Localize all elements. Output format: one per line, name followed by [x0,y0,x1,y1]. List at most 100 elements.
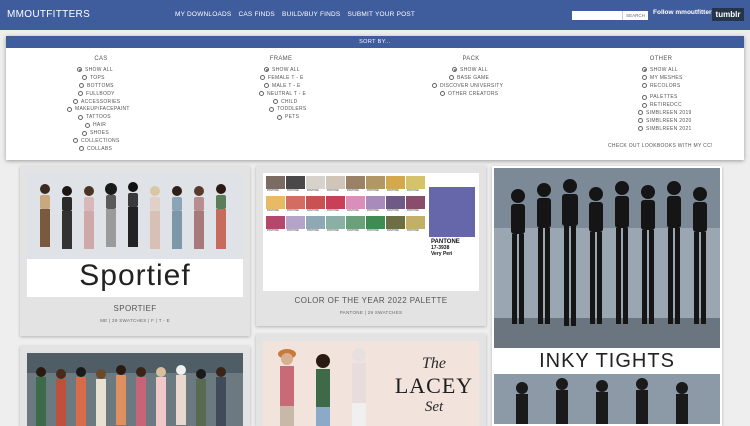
filter-option[interactable]: RECOLORS [642,82,736,90]
nav-cas-finds[interactable]: CAS FINDS [238,11,274,18]
post-image[interactable]: Sportief [27,173,243,297]
swatch-color [386,176,405,189]
post-card-bottom-left[interactable] [20,346,250,426]
swatch-label: PANTONE [307,188,319,192]
palette-swatch: PANTONE [366,196,385,215]
palette-swatch: PANTONE [286,196,305,215]
radio-icon [260,75,265,81]
post-image[interactable] [27,353,243,426]
filter-option[interactable]: PALETTES [642,93,736,101]
sims-group-image [494,168,720,424]
post-card-palette[interactable]: PANTONE PANTONE PANTONE PANTONE PANTONE PANTO… [256,166,486,326]
post-card-sportief[interactable]: Sportief SPORTIEF ME | 29 SWATCHES | F |… [20,166,250,336]
follow-link[interactable]: Follow mmoutfitters [653,9,715,16]
nav-build-buy-finds[interactable]: BUILD/BUY FINDS [282,11,341,18]
radio-icon [269,106,274,112]
radio-icon [79,83,84,89]
filter-option[interactable]: SHOW ALL [452,66,546,74]
post-card-lacey-set[interactable]: The LACEY Set [256,334,486,426]
column-title: PACK [462,56,480,62]
filter-option[interactable]: TODDLERS [269,105,356,113]
filter-option[interactable]: BASE GAME [449,74,546,82]
sort-header[interactable]: SORT BY... [6,36,744,48]
swatch-label: PANTONE [407,228,419,232]
radio-icon [264,67,269,73]
radio-icon [642,67,647,73]
post-subtitle: ME | 29 SWATCHES | F | T - E [100,318,170,323]
swatch-label: PANTONE [287,208,299,212]
filter-option[interactable]: SHOW ALL [642,66,736,74]
filter-option[interactable]: FEMALE T - E [260,74,356,82]
site-logo[interactable]: MMOUTFITTERS [7,9,90,20]
post-title[interactable]: SPORTIEF [20,304,250,313]
radio-icon [79,146,84,152]
sims-group-image [27,353,243,426]
swatch-color [286,216,305,229]
swatch-color [346,176,365,189]
filter-option[interactable]: FULLBODY [78,90,176,98]
palette-swatch: PANTONE [366,216,385,235]
filter-option[interactable]: SIMBLREEN 2021 [638,125,736,133]
filter-option[interactable]: SHOES [82,129,176,137]
post-title[interactable]: COLOR OF THE YEAR 2022 PALETTE [256,296,486,305]
filter-option[interactable]: COLLECTIONS [73,137,176,145]
lookbooks-link[interactable]: CHECK OUT LOOKBOOKS WITH MY CC! [608,143,713,149]
palette-swatch: PANTONE [346,196,365,215]
filter-option[interactable]: HAIR [85,121,176,129]
filter-option[interactable]: MALE T - E [264,82,356,90]
swatch-label: PANTONE [327,228,339,232]
filter-option[interactable]: PETS [277,113,356,121]
palette-swatch: PANTONE [266,216,285,235]
swatch-label: PANTONE [327,208,339,212]
swatch-label: PANTONE [267,208,279,212]
radio-icon [642,94,647,100]
radio-icon [277,114,282,120]
palette-swatch: PANTONE [306,176,325,195]
post-image[interactable]: INKY TIGHTS [494,168,720,424]
filter-option[interactable]: SIMBLREEN 2019 [638,109,736,117]
radio-icon [73,99,78,104]
post-image[interactable]: The LACEY Set [263,341,479,426]
filter-option[interactable]: TATTOOS [78,113,176,121]
palette-swatch: PANTONE [406,216,425,235]
swatch-color [326,196,345,209]
swatch-label: PANTONE [347,208,359,212]
filter-option[interactable]: NEUTRAL T - E [259,90,356,98]
filter-option[interactable]: COLLABS [79,145,176,153]
tumblr-button[interactable]: tumblr [712,8,744,21]
palette-swatch: PANTONE [286,176,305,195]
filter-option[interactable]: OTHER CREATORS [440,90,546,98]
post-card-inky-tights[interactable]: INKY TIGHTS [492,166,722,426]
filter-option[interactable]: DISCOVER UNIVERSITY [432,82,546,90]
filter-option[interactable]: SHOW ALL [77,66,176,74]
filter-option[interactable]: ACCESSORIES [73,98,176,106]
radio-icon [642,83,647,89]
swatch-color [266,216,285,229]
nav-my-downloads[interactable]: MY DOWNLOADS [175,11,231,18]
palette-swatch: PANTONE [346,216,365,235]
radio-icon [77,67,82,73]
swatch-label: PANTONE [347,228,359,232]
filter-option[interactable]: MAKEUP/FACEPAINT [67,105,176,113]
filter-option[interactable]: TOPS [82,74,176,82]
filter-option[interactable]: CHILD [273,98,356,106]
swatch-color [406,176,425,189]
sort-column-pack: PACK SHOW ALL BASE GAME DISCOVER UNIVERS… [396,56,546,98]
radio-icon [432,83,437,89]
radio-icon [638,126,643,132]
swatch-label: PANTONE [387,208,399,212]
filter-option[interactable]: SHOW ALL [264,66,356,74]
radio-icon [440,91,445,97]
filter-option[interactable]: RETIREDCC [642,101,736,109]
filter-option[interactable]: MY MESHES [642,74,736,82]
filter-option[interactable]: SIMBLREEN 2020 [638,117,736,125]
post-image[interactable]: PANTONE PANTONE PANTONE PANTONE PANTONE PANTO… [263,173,479,291]
nav-submit-post[interactable]: SUBMIT YOUR POST [347,11,415,18]
sort-column-cas: CAS SHOW ALL TOPS BOTTOMS FULLBODY ACCES… [26,56,176,153]
search-input[interactable] [572,11,622,20]
filter-option[interactable]: BOTTOMS [79,82,176,90]
main-nav: MY DOWNLOADS CAS FINDS BUILD/BUY FINDS S… [175,11,415,18]
swatch-label: PANTONE [367,208,379,212]
swatch-color [306,216,325,229]
search-button[interactable]: SEARCH [622,11,648,20]
